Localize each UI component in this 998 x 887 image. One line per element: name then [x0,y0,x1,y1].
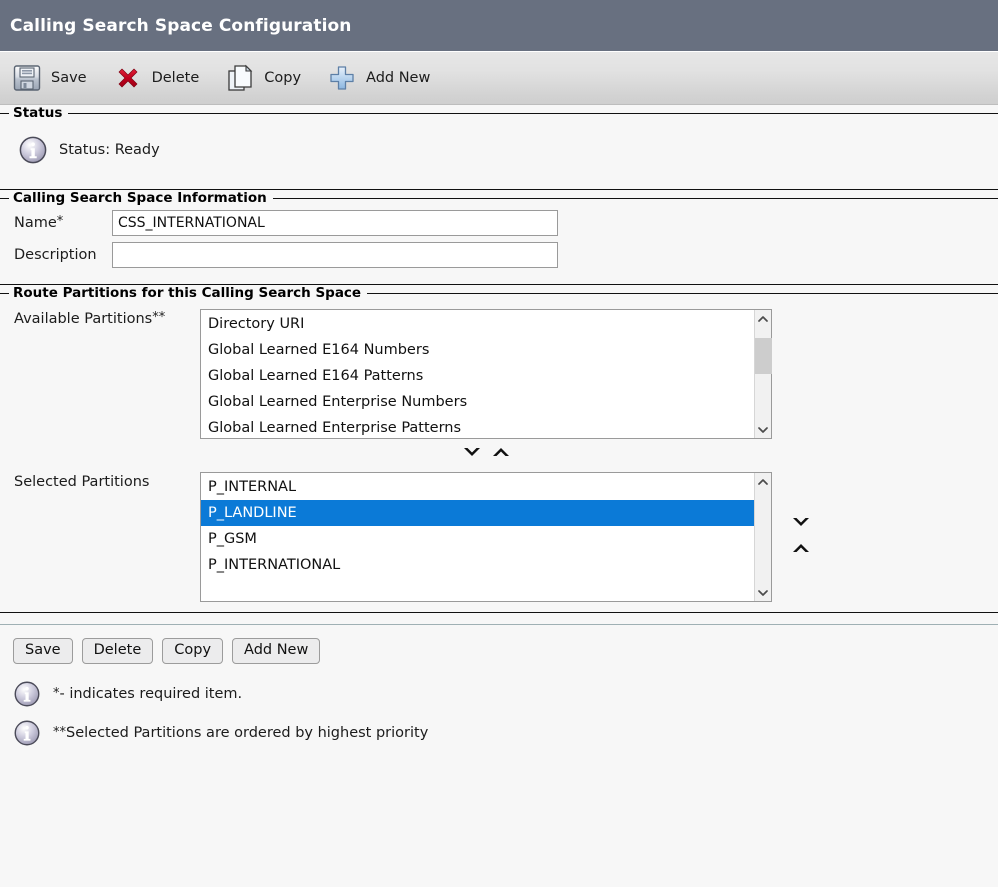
available-partitions-listbox[interactable]: Directory URI Global Learned E164 Number… [200,309,772,439]
toolbar-delete-label: Delete [151,70,200,86]
status-text: Status: Ready [59,142,160,158]
reorder-partition-controls [790,472,812,560]
name-field-row: Name* [14,210,998,236]
selected-partitions-listbox[interactable]: P_INTERNAL P_LANDLINE P_GSM P_INTERNATIO… [200,472,772,602]
bottom-button-bar: Save Delete Copy Add New [0,625,998,664]
move-partition-controls [200,439,772,468]
list-item[interactable]: Global Learned Enterprise Patterns [201,415,754,438]
available-partitions-row: Available Partitions** Directory URI Glo… [14,305,998,439]
status-section: Status Status: Ready [0,105,998,190]
delete-icon [113,63,143,93]
toolbar-save-label: Save [51,70,87,86]
list-item[interactable]: P_INTERNATIONAL [201,552,754,578]
footer-notes: *- indicates required item. **Selected P… [0,664,998,747]
route-partitions-body: Available Partitions** Directory URI Glo… [0,301,998,612]
chevron-down-icon[interactable] [461,444,483,464]
priority-order-text: Selected Partitions are ordered by highe… [66,724,429,741]
delete-button[interactable]: Delete [81,638,154,664]
toolbar-copy-button[interactable]: Copy [225,52,301,104]
required-item-text: - indicates required item. [59,685,243,702]
description-input[interactable] [112,242,558,268]
priority-order-note-text: **Selected Partitions are ordered by hig… [53,725,428,741]
info-icon [13,680,41,708]
available-partitions-label-text: Available Partitions [14,311,153,327]
toolbar-delete-button[interactable]: Delete [113,52,200,104]
add-new-icon [327,63,357,93]
selected-partitions-row: Selected Partitions P_INTERNAL P_LANDLIN… [14,468,998,602]
copy-button[interactable]: Copy [162,638,224,664]
info-icon [18,135,48,165]
list-item[interactable]: Global Learned Enterprise Numbers [201,389,754,415]
window-title-bar: Calling Search Space Configuration [0,0,998,52]
toolbar-add-new-button[interactable]: Add New [327,52,430,104]
name-label: Name* [14,215,112,231]
save-button[interactable]: Save [13,638,73,664]
save-icon [12,63,42,93]
status-section-body: Status: Ready [0,121,998,189]
page-title: Calling Search Space Configuration [10,15,352,36]
description-field-row: Description [14,242,998,268]
scroll-up-icon[interactable] [755,310,772,327]
list-item-selected[interactable]: P_LANDLINE [201,500,754,526]
list-item[interactable]: Global Learned E164 Patterns [201,363,754,389]
toolbar-save-button[interactable]: Save [12,52,87,104]
status-row: Status: Ready [14,125,998,179]
chevron-up-icon[interactable] [490,444,512,464]
available-partitions-items: Directory URI Global Learned E164 Number… [201,310,754,438]
add-new-button[interactable]: Add New [232,638,321,664]
name-input[interactable] [112,210,558,236]
scroll-up-icon[interactable] [755,473,772,490]
selected-partitions-label: Selected Partitions [14,474,150,490]
selected-partitions-scrollbar[interactable] [754,473,771,601]
selected-scrollbar-track[interactable] [755,490,771,584]
css-information-body: Name* Description [0,206,998,284]
scroll-down-icon[interactable] [755,584,772,601]
scroll-down-icon[interactable] [755,421,772,438]
chevron-down-icon[interactable] [790,514,812,534]
list-item[interactable]: Global Learned E164 Numbers [201,337,754,363]
available-scrollbar-thumb[interactable] [755,338,772,374]
chevron-up-icon[interactable] [790,540,812,560]
required-marker: * [56,214,64,229]
priority-order-marker: ** [53,724,66,740]
description-label: Description [14,247,97,263]
page-body: Status Status: Ready Calling Search Spac… [0,105,998,747]
main-toolbar: Save Delete Copy Add New [0,52,998,105]
priority-order-note: **Selected Partitions are ordered by hig… [13,719,998,747]
copy-icon [225,63,255,93]
info-icon [13,719,41,747]
list-item[interactable]: Directory URI [201,311,754,337]
css-information-section: Calling Search Space Information Name* D… [0,190,998,285]
required-item-note-text: *- indicates required item. [53,686,242,702]
route-partitions-section: Route Partitions for this Calling Search… [0,285,998,613]
available-scrollbar-track[interactable] [755,327,772,421]
required-item-note: *- indicates required item. [13,680,998,708]
toolbar-add-new-label: Add New [366,70,431,86]
available-partitions-marker: ** [152,310,166,325]
toolbar-copy-label: Copy [264,70,302,86]
route-partitions-legend: Route Partitions for this Calling Search… [13,285,362,301]
list-item[interactable]: P_GSM [201,526,754,552]
name-label-text: Name [14,215,57,231]
selected-partitions-items: P_INTERNAL P_LANDLINE P_GSM P_INTERNATIO… [201,473,754,601]
css-information-legend: Calling Search Space Information [13,190,267,206]
list-item[interactable]: P_INTERNAL [201,474,754,500]
status-section-legend: Status [13,105,63,121]
available-partitions-label: Available Partitions** [14,309,200,327]
available-partitions-scrollbar[interactable] [754,310,772,438]
